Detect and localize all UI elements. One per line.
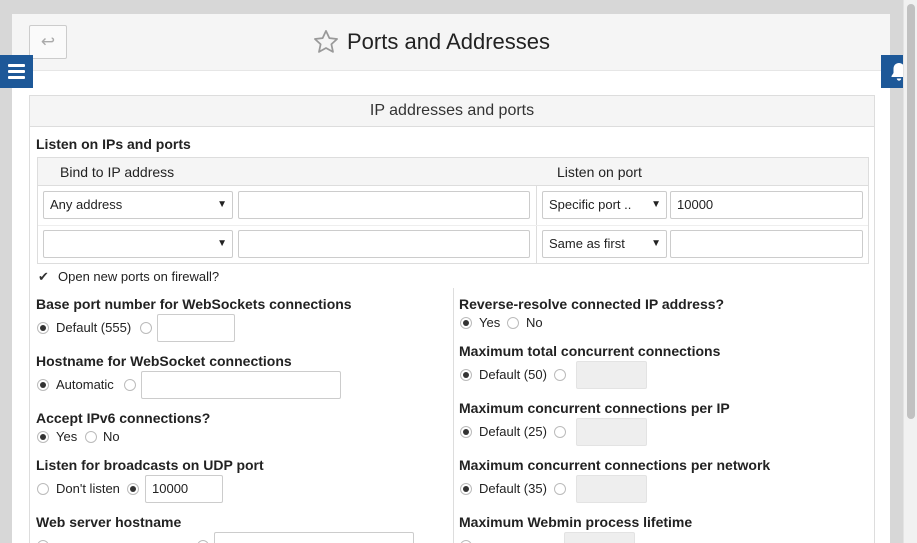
port-mode-value-2: Same as first — [549, 236, 625, 251]
max-net-default-label: Default (35) — [479, 481, 547, 496]
ipv6-no-label: No — [103, 429, 120, 444]
ip-address-input-1[interactable] — [238, 191, 530, 219]
websockets-port-input[interactable] — [157, 314, 235, 342]
ipv6-yes-radio[interactable] — [37, 431, 49, 443]
menu-toggle-button[interactable] — [0, 55, 33, 88]
udp-port-input[interactable]: 10000 — [145, 475, 223, 503]
reverse-yes-radio[interactable] — [460, 317, 472, 329]
caret-down-icon: ▼ — [651, 238, 661, 249]
reverse-resolve-label: Reverse-resolve connected IP address? — [459, 296, 725, 312]
websocket-host-label: Hostname for WebSocket connections — [36, 353, 292, 369]
col-bind-ip: Bind to IP address — [60, 164, 175, 180]
max-ip-input[interactable] — [576, 418, 647, 446]
back-button[interactable]: ↩ — [29, 25, 67, 59]
port-mode-value-1: Specific port .. — [549, 197, 632, 212]
port-mode-select-2[interactable]: Same as first ▼ — [542, 230, 667, 258]
websocket-host-input[interactable] — [141, 371, 341, 399]
udp-port-radio[interactable] — [127, 483, 139, 495]
scrollbar-thumb[interactable] — [907, 4, 915, 419]
ports-table: Bind to IP address Listen on port Any ad… — [37, 157, 869, 264]
max-total-default-label: Default (50) — [479, 367, 547, 382]
column-separator — [453, 288, 454, 543]
max-total-input[interactable] — [576, 361, 647, 389]
web-hostname-input[interactable] — [214, 532, 414, 543]
back-arrow-icon: ↩ — [40, 32, 56, 51]
web-hostname-label: Web server hostname — [36, 514, 182, 530]
port-mode-select-1[interactable]: Specific port .. ▼ — [542, 191, 667, 219]
max-total-default-radio[interactable] — [460, 369, 472, 381]
ip-mode-value-1: Any address — [50, 197, 123, 212]
top-bar: ↩ Ports and Addresses — [12, 14, 890, 71]
star-icon[interactable] — [312, 28, 340, 56]
max-net-default-radio[interactable] — [460, 483, 472, 495]
lifetime-label: Maximum Webmin process lifetime — [459, 514, 693, 530]
firewall-label: Open new ports on firewall? — [58, 269, 220, 284]
udp-label: Listen for broadcasts on UDP port — [36, 457, 264, 473]
col-listen-port: Listen on port — [557, 164, 642, 180]
websockets-port-label: Base port number for WebSockets connecti… — [36, 296, 352, 312]
caret-down-icon: ▼ — [217, 238, 227, 249]
udp-off-label: Don't listen — [56, 481, 120, 496]
reverse-no-label: No — [526, 315, 543, 330]
row-divider — [38, 225, 868, 226]
websockets-port-custom-radio[interactable] — [140, 322, 152, 334]
vertical-scrollbar[interactable] — [903, 0, 917, 543]
ip-ports-panel: IP addresses and ports Listen on IPs and… — [29, 95, 875, 543]
websocket-host-auto-label: Automatic — [56, 377, 114, 392]
max-net-custom-radio[interactable] — [554, 483, 566, 495]
caret-down-icon: ▼ — [217, 199, 227, 210]
max-net-input[interactable] — [576, 475, 647, 503]
max-ip-label: Maximum concurrent connections per IP — [459, 400, 730, 416]
max-net-label: Maximum concurrent connections per netwo… — [459, 457, 771, 473]
port-input-1[interactable]: 10000 — [670, 191, 863, 219]
port-input-2[interactable] — [670, 230, 863, 258]
page-title: Ports and Addresses — [347, 29, 551, 54]
reverse-no-radio[interactable] — [507, 317, 519, 329]
ipv6-yes-label: Yes — [56, 429, 78, 444]
title-area: Ports and Addresses — [312, 26, 550, 58]
udp-off-radio[interactable] — [37, 483, 49, 495]
ipv6-label: Accept IPv6 connections? — [36, 410, 211, 426]
max-ip-default-radio[interactable] — [460, 426, 472, 438]
reverse-yes-label: Yes — [479, 315, 501, 330]
listen-label: Listen on IPs and ports — [36, 136, 191, 152]
websockets-port-default-label: Default (555) — [56, 320, 132, 335]
max-ip-default-label: Default (25) — [479, 424, 547, 439]
websocket-host-custom-radio[interactable] — [124, 379, 136, 391]
page-frame: ↩ Ports and Addresses IP addresses and p… — [12, 14, 890, 543]
panel-title: IP addresses and ports — [30, 96, 874, 127]
max-ip-custom-radio[interactable] — [554, 426, 566, 438]
lifetime-input[interactable] — [564, 532, 635, 543]
ip-address-input-2[interactable] — [238, 230, 530, 258]
ip-mode-select-2[interactable]: ▼ — [43, 230, 233, 258]
websockets-port-default-radio[interactable] — [37, 322, 49, 334]
hamburger-icon — [8, 64, 25, 67]
websocket-host-auto-radio[interactable] — [37, 379, 49, 391]
max-total-custom-radio[interactable] — [554, 369, 566, 381]
ip-mode-select-1[interactable]: Any address ▼ — [43, 191, 233, 219]
caret-down-icon: ▼ — [651, 199, 661, 210]
max-total-label: Maximum total concurrent connections — [459, 343, 721, 359]
firewall-checkbox[interactable]: ✔ — [38, 269, 49, 285]
ports-table-header: Bind to IP address Listen on port — [38, 158, 868, 186]
ipv6-no-radio[interactable] — [85, 431, 97, 443]
